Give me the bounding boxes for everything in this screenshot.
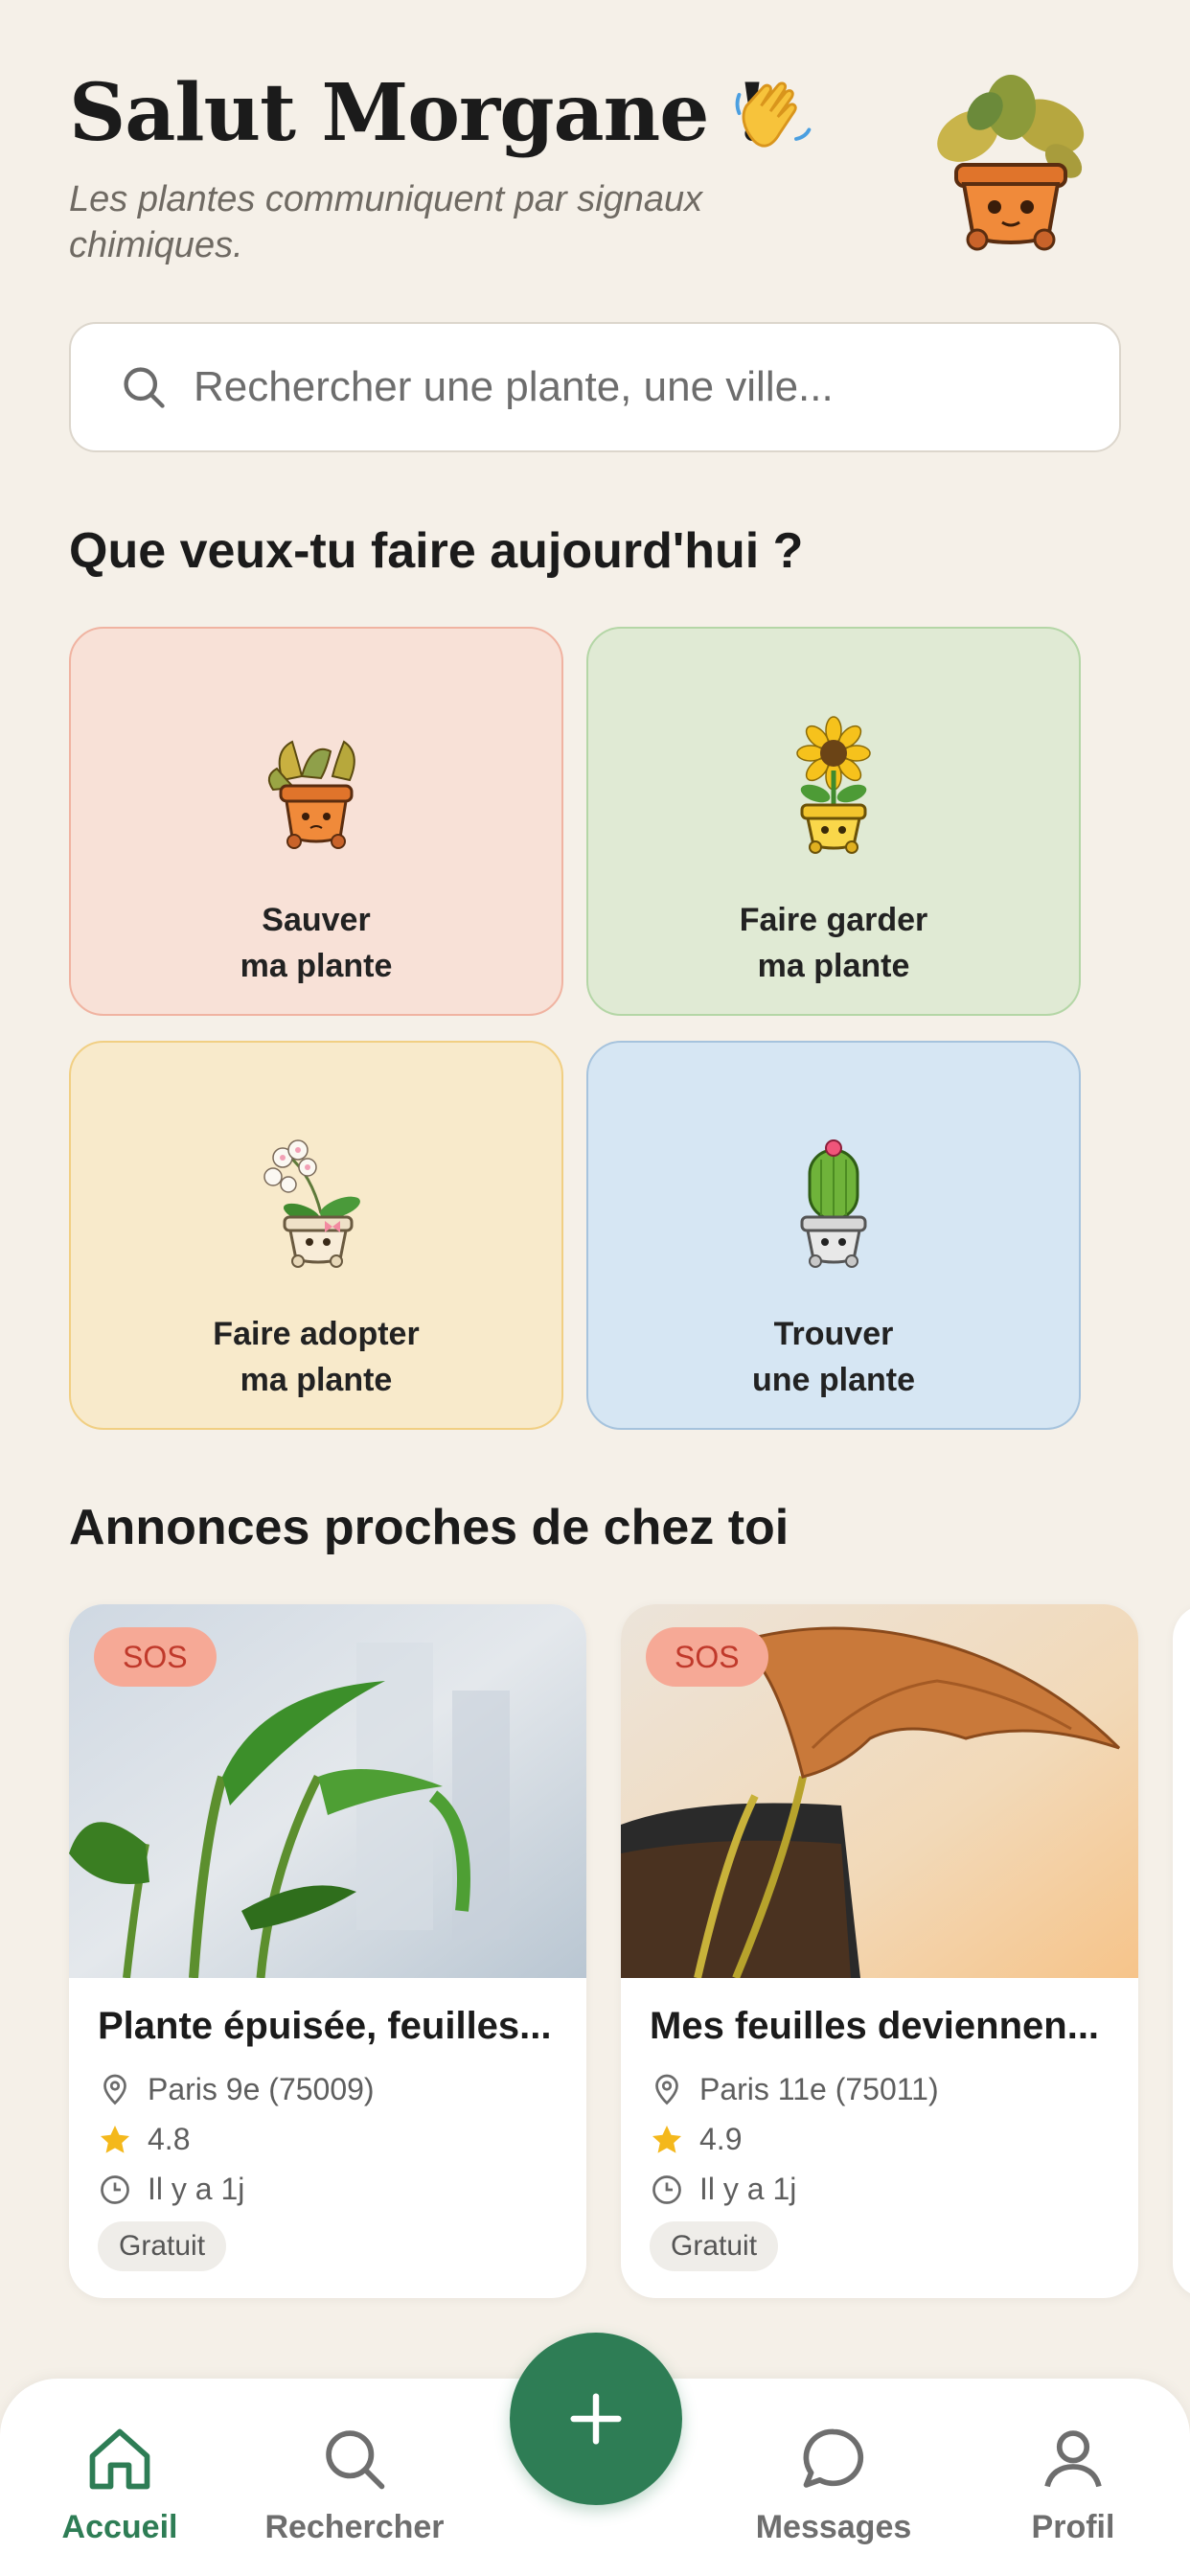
listing-time-text: Il y a 1j [699, 2172, 797, 2206]
wilted-plant-icon [267, 740, 355, 849]
listing-rating: 4.9 [650, 2122, 742, 2157]
search-icon [124, 367, 165, 408]
home-icon [89, 2428, 150, 2490]
waving-hand-icon [735, 81, 812, 148]
user-icon [1044, 2430, 1102, 2488]
listing-title: Plante épuisée, feuilles... [98, 2005, 552, 2047]
chat-icon [803, 2428, 864, 2488]
nav-item-home[interactable]: Accueil [57, 2423, 182, 2546]
listing-time: Il y a 1j [98, 2172, 244, 2207]
nav-label: Rechercher [264, 2509, 445, 2545]
add-listing-button[interactable] [510, 2333, 682, 2505]
listing-card-peek[interactable] [1173, 1604, 1190, 2298]
nav-item-messages[interactable]: Messages [747, 2423, 920, 2546]
nav-label: Messages [755, 2509, 912, 2545]
listing-time: Il y a 1j [650, 2172, 796, 2207]
location-pin-icon [103, 2074, 126, 2104]
action-card-plant-sitting[interactable]: Faire garder ma plante [586, 627, 1081, 1016]
action-card-label: Sauver ma plante [240, 902, 393, 984]
nav-label: Profil [1031, 2509, 1115, 2545]
plant-mascot-icon [937, 75, 1085, 251]
nav-item-profile[interactable]: Profil [1016, 2423, 1131, 2546]
listing-location-text: Paris 11e (75011) [699, 2072, 939, 2106]
listings-section-title: Annonces proches de chez toi [69, 1500, 790, 1555]
listing-location-text: Paris 9e (75009) [148, 2072, 375, 2106]
header-subtitle: Les plantes communiquent par signaux chi… [69, 179, 703, 265]
action-card-save-plant[interactable]: Sauver ma plante [69, 627, 563, 1016]
listing-time-text: Il y a 1j [148, 2172, 245, 2206]
listing-title: Mes feuilles deviennen... [650, 2005, 1100, 2047]
orchid-icon [263, 1139, 360, 1268]
home-screen: Salut Morgane ! Les plantes communiquent… [0, 0, 1190, 2576]
price-badge: Gratuit [98, 2221, 227, 2271]
action-card-adopt-plant[interactable]: Faire adopter ma plante [69, 1041, 563, 1430]
star-icon [101, 2125, 129, 2153]
listing-rating: 4.8 [98, 2122, 190, 2157]
plus-icon [570, 2393, 622, 2445]
listing-rating-value: 4.8 [148, 2122, 191, 2156]
action-card-label: Faire garder ma plante [739, 902, 928, 984]
action-card-label: Trouver une plante [751, 1316, 916, 1398]
action-card-label: Faire adopter ma plante [213, 1316, 420, 1398]
cactus-icon [800, 1139, 867, 1268]
sunflower-icon [796, 716, 871, 854]
actions-section-title: Que veux-tu faire aujourd'hui ? [69, 523, 804, 579]
listing-location: Paris 11e (75011) [650, 2072, 939, 2107]
search-icon [326, 2430, 385, 2490]
clock-icon [101, 2174, 129, 2204]
action-card-find-plant[interactable]: Trouver une plante [586, 1041, 1081, 1430]
price-badge: Gratuit [650, 2221, 779, 2271]
nav-label: Accueil [61, 2509, 178, 2545]
location-pin-icon [655, 2074, 678, 2104]
listing-card[interactable]: SOS Mes feuilles deviennen... Paris 11e … [621, 1604, 1138, 2298]
sos-badge: SOS [94, 1627, 217, 1687]
listing-location: Paris 9e (75009) [98, 2072, 375, 2107]
clock-icon [652, 2174, 681, 2204]
sos-badge: SOS [646, 1627, 768, 1687]
search-input[interactable] [194, 363, 1056, 411]
listing-card[interactable]: SOS Plante épuisée, feuilles... Paris 9e… [69, 1604, 586, 2298]
nav-item-search[interactable]: Rechercher [259, 2423, 450, 2546]
star-icon [652, 2125, 681, 2153]
listing-rating-value: 4.9 [699, 2122, 743, 2156]
greeting-title: Salut Morgane ! [69, 67, 769, 159]
search-bar[interactable] [69, 322, 1121, 452]
